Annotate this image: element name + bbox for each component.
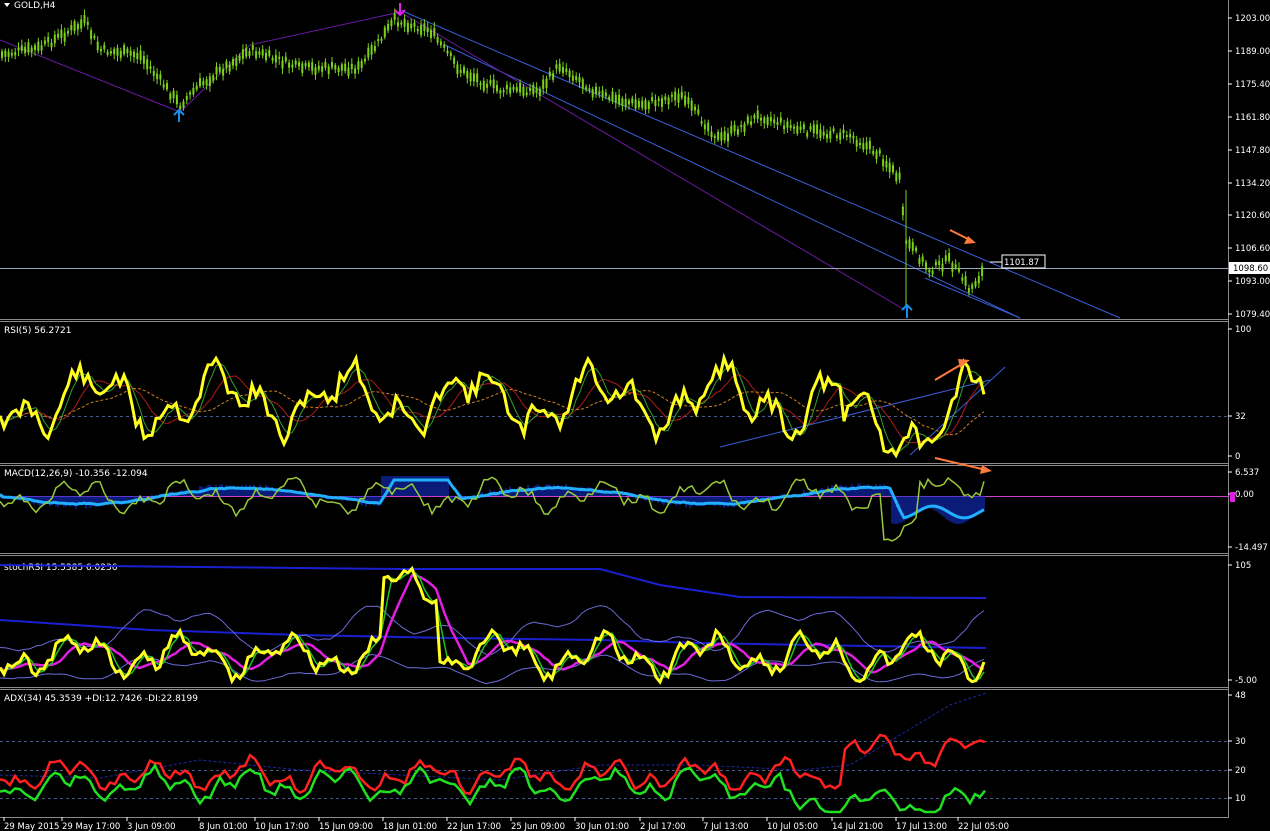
adx-title: ADX(34) 45.3539 +DI:12.7426 -DI:22.8199	[4, 694, 198, 704]
rsi-signal-line	[0, 362, 985, 453]
price-panel[interactable]: GOLD,H4 1101.87 1203.001189.001175.40116…	[0, 1, 1270, 320]
price-box-label: 1101.87	[1004, 258, 1039, 268]
time-tick-label: 2 Jul 17:00	[640, 822, 686, 831]
macd-panel[interactable]: MACD(12,26,9) -10.356 -12.094 6.537 0.00 -…	[0, 457, 1268, 553]
scale-tick-label: 1093.00	[1235, 277, 1270, 287]
scale-tick-label: 1203.00	[1235, 14, 1270, 24]
time-tick-label: 22 Jul 05:00	[958, 822, 1009, 831]
time-tick-label: 10 Jun 17:00	[255, 822, 309, 831]
adx-scale: 48 30 20 10	[1228, 691, 1246, 804]
scale-tick-label: 105	[1235, 561, 1251, 571]
macd-scale: 6.537 0.00 -14.497	[1228, 468, 1268, 553]
collapse-triangle-icon[interactable]	[4, 3, 10, 7]
scale-tick-label: 1079.40	[1235, 310, 1270, 320]
time-tick-label: 29 May 17:00	[62, 822, 120, 831]
time-tick-label: 7 Jul 13:00	[703, 822, 749, 831]
scale-tick-label: 1147.80	[1235, 146, 1270, 156]
time-tick-label: 29 May 2015	[4, 822, 59, 831]
scale-tick-label: 1106.60	[1235, 244, 1270, 254]
scale-tick-label: -5.00	[1235, 676, 1257, 686]
candlesticks	[1, 8, 984, 305]
scale-tick-label: 48	[1235, 691, 1246, 701]
chart-canvas[interactable]: GOLD,H4 1101.87 1203.001189.001175.40116…	[0, 0, 1270, 831]
time-tick-label: 14 Jul 21:00	[832, 822, 883, 831]
time-tick-label: 17 Jul 13:00	[896, 822, 947, 831]
plus-di-line	[0, 762, 986, 814]
scale-tick-label: 20	[1235, 766, 1246, 776]
arrow-up-icon	[173, 108, 185, 122]
channel-lower-line[interactable]	[444, 44, 1021, 319]
time-tick-label: 18 Jun 01:00	[383, 822, 437, 831]
scale-tick-label: 1134.20	[1235, 179, 1270, 189]
scale-tick-label: 6.537	[1235, 468, 1259, 478]
rsi-title: RSI(5) 56.2721	[4, 326, 71, 336]
time-tick-label: 15 Jun 09:00	[319, 822, 373, 831]
scale-tick-label: 32	[1235, 412, 1246, 422]
rsi-scale: 100 32 0	[1228, 325, 1251, 462]
time-tick-label: 22 Jun 17:00	[447, 822, 501, 831]
scale-tick-label: 10	[1235, 794, 1246, 804]
scale-tick-label: 0	[1235, 452, 1240, 462]
scale-tick-label: 1161.80	[1235, 113, 1270, 123]
scale-tick-label: 30	[1235, 737, 1246, 747]
bid-price-label: 1098.60	[1233, 264, 1268, 274]
macd-fast-line	[0, 476, 985, 542]
time-tick-label: 3 Jun 09:00	[127, 822, 176, 831]
time-tick-label: 30 Jun 01:00	[575, 822, 629, 831]
price-scale: 1203.00 1189.00 1175.40 1161.80 1147.80 1134.…	[1228, 14, 1270, 320]
arrow-up-icon	[901, 303, 913, 318]
channel-upper-line[interactable]	[399, 9, 1121, 319]
rsi-line	[0, 352, 986, 459]
macd-title: MACD(12,26,9) -10.356 -12.094	[4, 469, 148, 479]
rsi-ma-line-2	[0, 388, 985, 436]
adx-panel[interactable]: ADX(34) 45.3539 +DI:12.7426 -DI:22.8199 …	[0, 691, 1246, 814]
time-tick-label: 8 Jun 01:00	[199, 822, 248, 831]
time-axis: 29 May 2015 29 May 17:00 3 Jun 09:00 8 Jun …	[3, 817, 1009, 831]
scale-tick-label: 100	[1235, 325, 1251, 335]
scale-tick-label: 1120.60	[1235, 211, 1270, 221]
annotation-arrow-icon	[949, 229, 976, 244]
stoch-scale: 105 -5.00	[1228, 561, 1257, 686]
annotation-arrow-icon	[934, 359, 970, 381]
time-tick-label: 10 Jul 05:00	[767, 822, 818, 831]
scale-tick-label: 1175.40	[1235, 80, 1270, 90]
macd-zero-marker	[1230, 492, 1235, 502]
time-tick-label: 25 Jun 09:00	[511, 822, 565, 831]
rsi-panel[interactable]: RSI(5) 56.2721 100 32 0	[0, 325, 1251, 462]
zigzag-line	[0, 11, 906, 311]
symbol-title: GOLD,H4	[14, 1, 56, 11]
scale-tick-label: 0.00	[1235, 490, 1254, 500]
stoch-upper-band	[0, 564, 987, 599]
scale-tick-label: -14.497	[1235, 543, 1268, 553]
minus-di-line	[0, 733, 986, 795]
scale-tick-label: 1189.00	[1235, 47, 1270, 57]
stochrsi-panel[interactable]: stochRSI 15.5385 6.0236 105-5.00	[0, 561, 1257, 686]
